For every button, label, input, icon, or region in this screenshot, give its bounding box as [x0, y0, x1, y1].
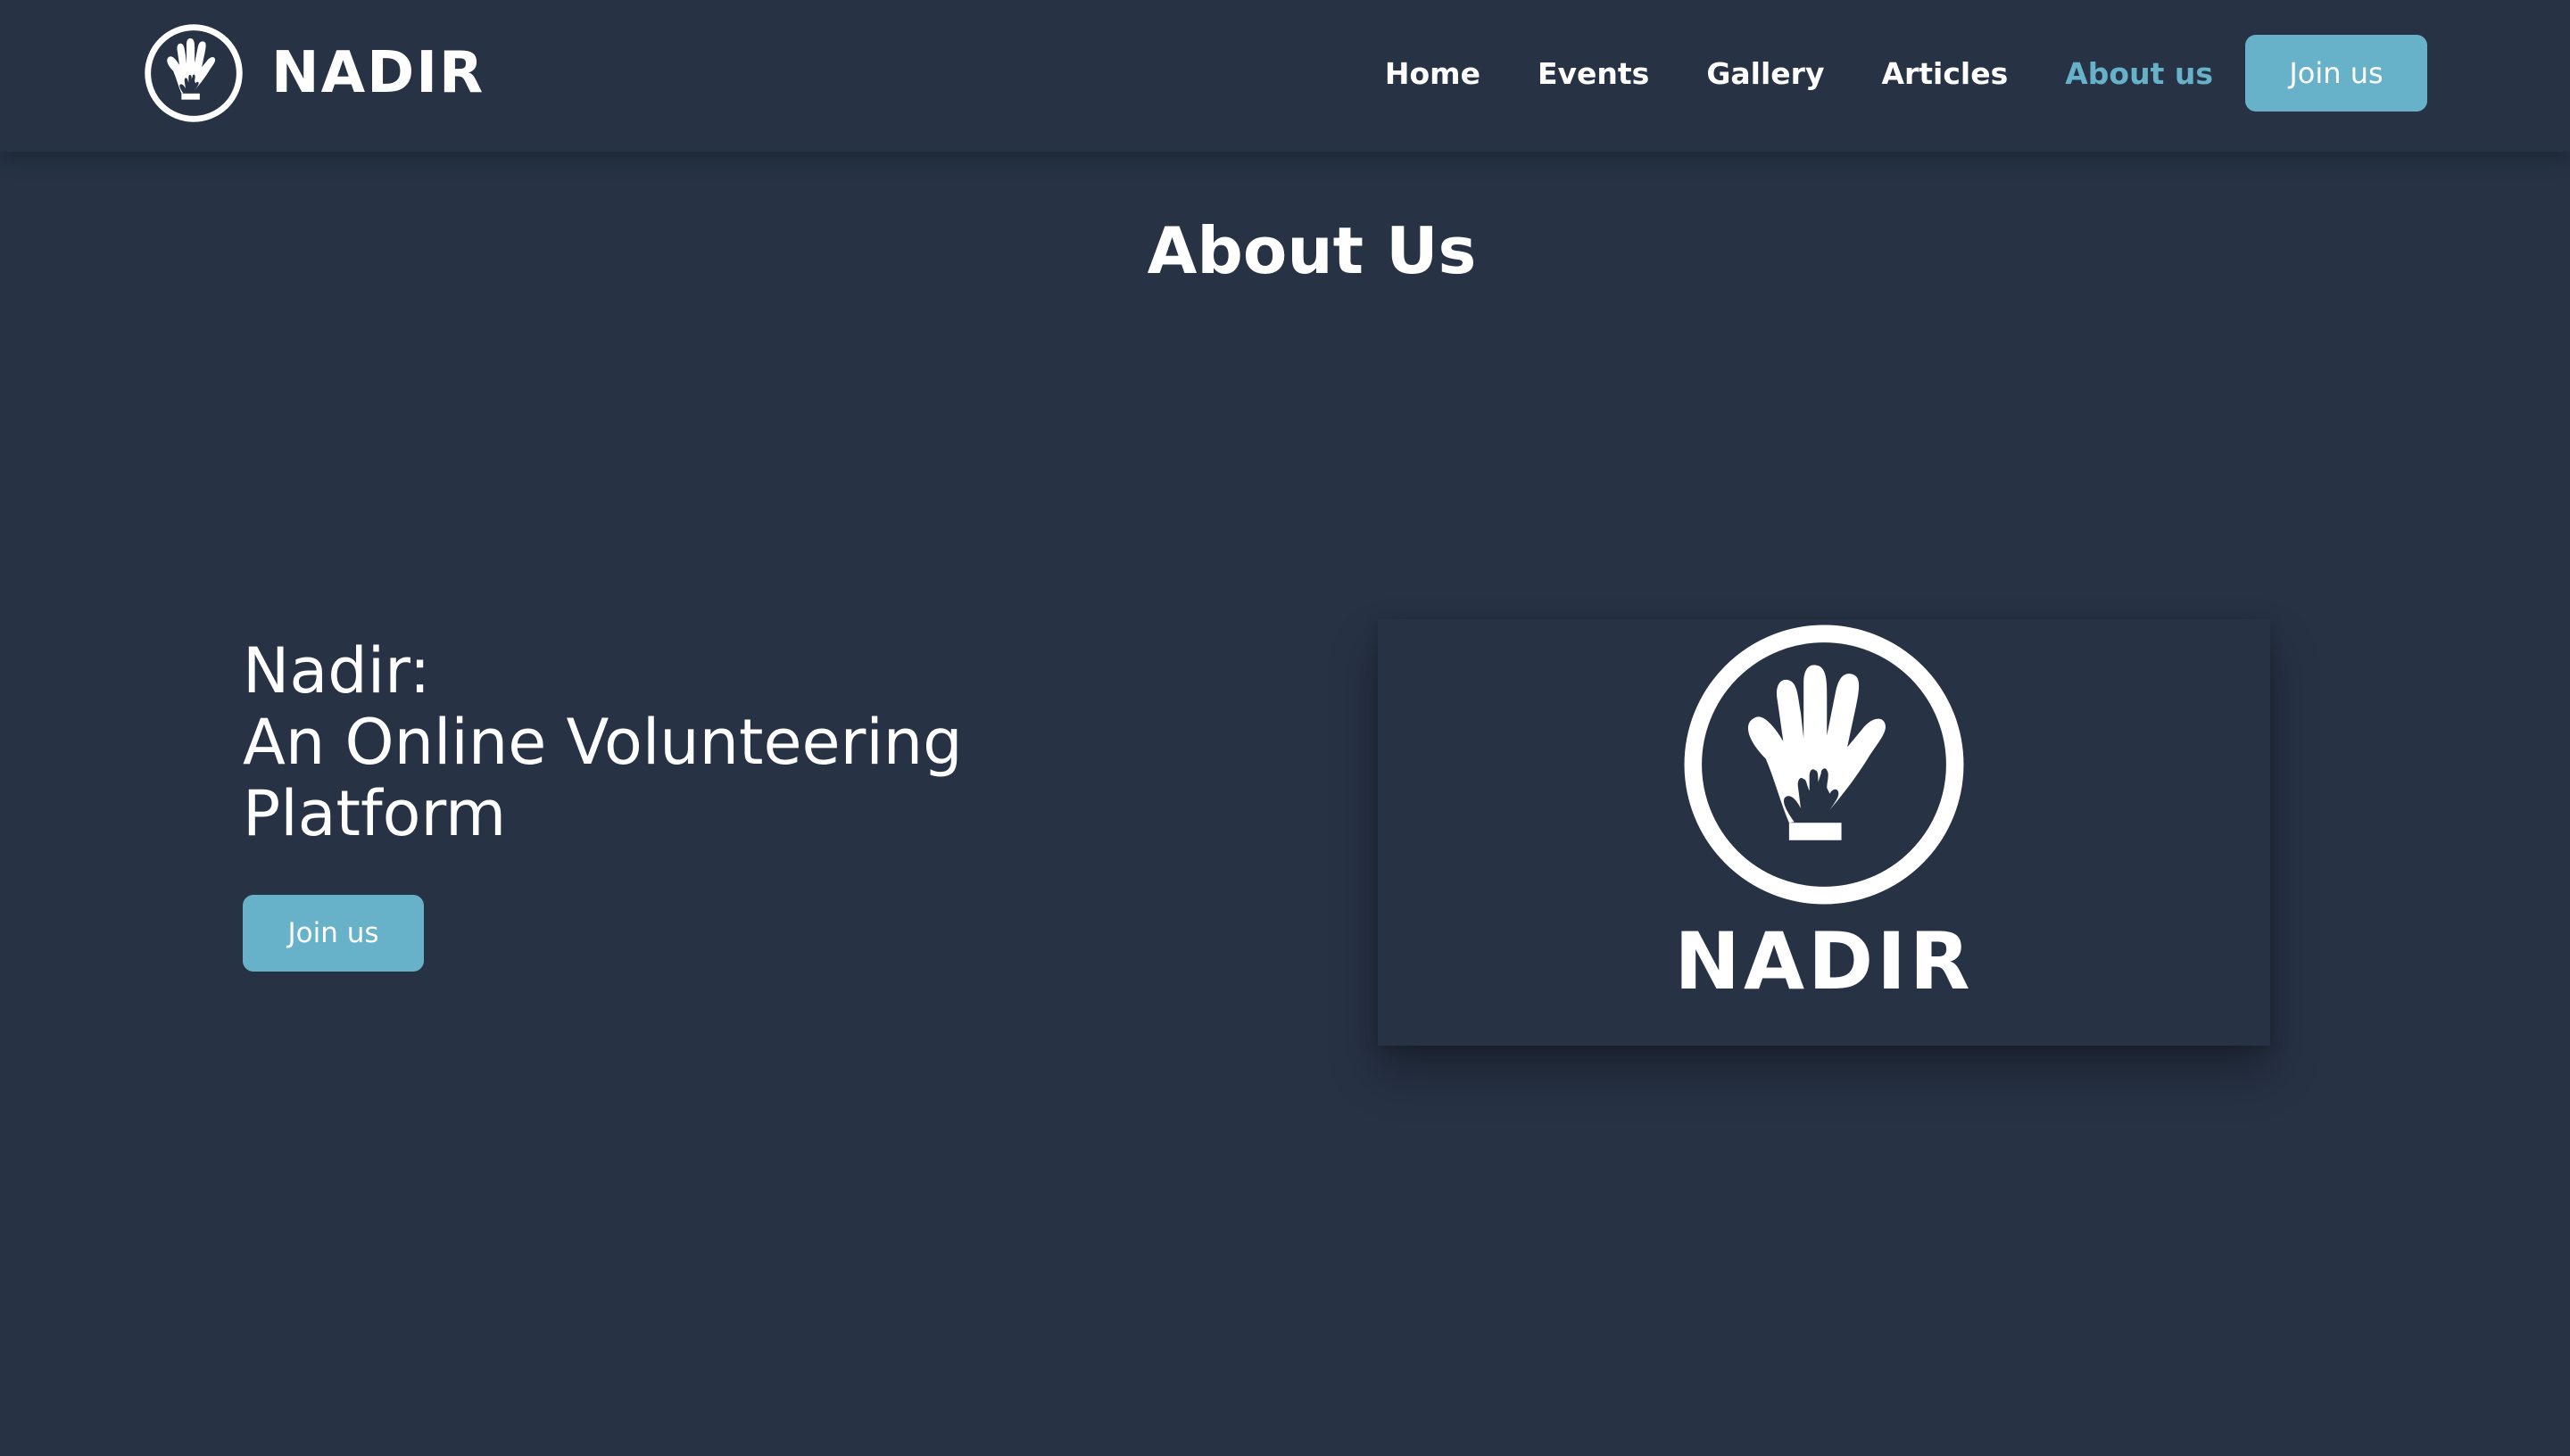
hero-heading-line: Nadir: [243, 634, 431, 707]
nav-events[interactable]: Events [1538, 56, 1649, 91]
page-title: About Us [1147, 213, 1477, 288]
hands-in-circle-icon [143, 22, 245, 124]
nav-gallery[interactable]: Gallery [1706, 56, 1824, 91]
nav-home[interactable]: Home [1385, 56, 1480, 91]
nav-about-us[interactable]: About us [2065, 56, 2213, 91]
hero-join-us-button[interactable]: Join us [243, 895, 424, 972]
hands-in-circle-icon [1679, 619, 1969, 910]
logo-card: NADIR [1378, 619, 2270, 1046]
nav-articles[interactable]: Articles [1881, 56, 2008, 91]
hero-heading-line: Platform [243, 777, 507, 850]
hero-heading: Nadir: An Online Volunteering Platform [243, 635, 1135, 849]
navbar: NADIR Home Events Gallery Articles About… [0, 0, 2570, 152]
hero-heading-line: An Online Volunteering [243, 706, 963, 779]
logo-card-name: NADIR [1674, 915, 1974, 1007]
nav-menu: Home Events Gallery Articles About us [1385, 0, 2213, 146]
brand-logo-link[interactable]: NADIR [143, 21, 485, 125]
nav-join-us-button[interactable]: Join us [2245, 35, 2427, 112]
brand-name: NADIR [271, 40, 485, 106]
